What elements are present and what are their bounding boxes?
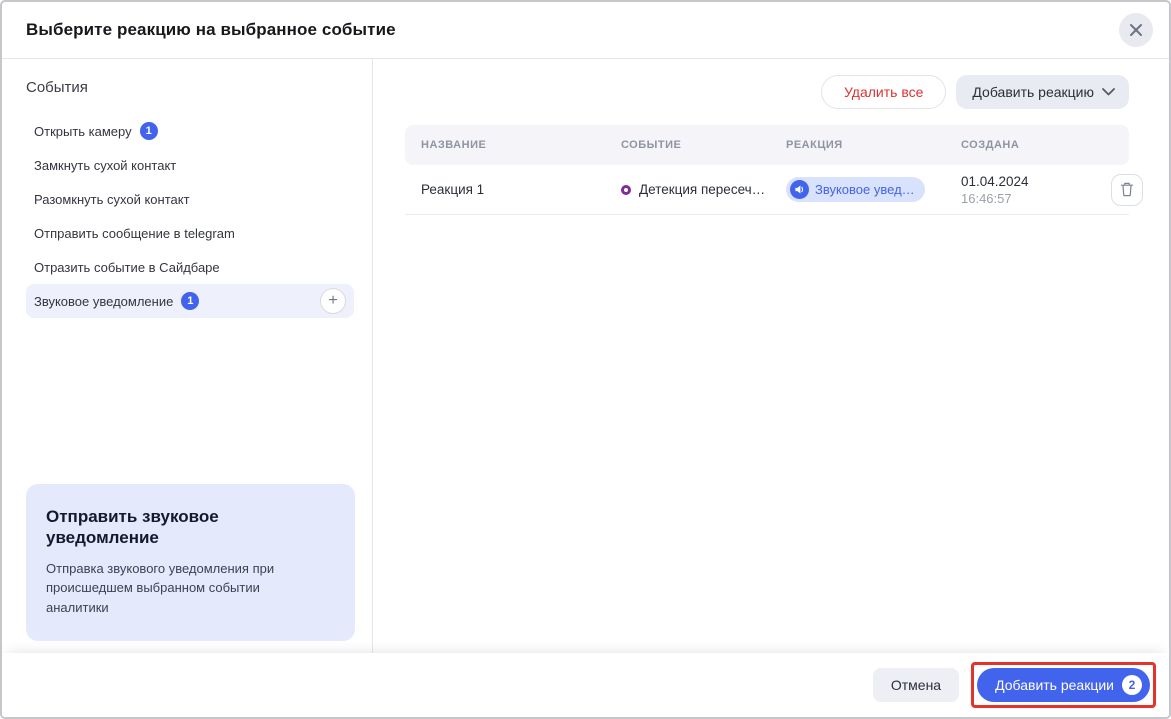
- column-header-event: СОБЫТИЕ: [621, 139, 682, 151]
- add-sound-notification-button[interactable]: +: [320, 288, 346, 314]
- delete-row-button[interactable]: [1111, 173, 1143, 206]
- delete-all-button[interactable]: Удалить все: [821, 75, 947, 109]
- modal-footer: Отмена Добавить реакции 2: [2, 653, 1169, 717]
- reaction-modal: Выберите реакцию на выбранное событие Со…: [0, 0, 1171, 719]
- column-header-reaction: РЕАКЦИЯ: [786, 139, 843, 151]
- event-ring-icon: [621, 184, 631, 195]
- count-badge: 1: [181, 292, 200, 310]
- event-item-label: Открыть камеру: [34, 123, 132, 139]
- reaction-event: Детекция пересеч…: [621, 182, 786, 197]
- close-icon: [1130, 24, 1142, 36]
- plus-icon: +: [328, 292, 338, 309]
- reaction-chip-label: Звуковое увед…: [815, 182, 915, 197]
- add-reaction-dropdown[interactable]: Добавить реакцию: [956, 75, 1129, 109]
- trash-icon: [1120, 182, 1134, 197]
- info-box-title: Отправить звуковое уведомление: [46, 507, 219, 548]
- reactions-table-header: НАЗВАНИЕ СОБЫТИЕ РЕАКЦИЯ СОЗДАНА: [405, 125, 1129, 165]
- cancel-label: Отмена: [890, 677, 942, 693]
- cancel-button[interactable]: Отмена: [872, 668, 960, 702]
- add-reactions-submit-button[interactable]: Добавить реакции 2: [977, 668, 1150, 702]
- info-box-description: Отправка звукового уведомления при проис…: [46, 560, 275, 615]
- event-item-label: Разомкнуть сухой контакт: [34, 191, 190, 207]
- table-row: Реакция 1 Детекция пересеч… Звуковое уве…: [405, 165, 1143, 215]
- created-cell: 01.04.2024 16:46:57: [961, 174, 1111, 206]
- event-item-label: Звуковое уведомление: [34, 293, 174, 309]
- event-list: Открыть камеру 1 Замкнуть сухой контакт …: [26, 114, 354, 318]
- sidebar-item-open-dry-contact[interactable]: Разомкнуть сухой контакт: [26, 182, 354, 216]
- submit-label: Добавить реакции: [995, 677, 1114, 693]
- column-header-created: СОЗДАНА: [961, 139, 1020, 151]
- modal-title: Выберите реакцию на выбранное событие: [26, 20, 396, 39]
- event-info-box: Отправить звуковое уведомление Отправка …: [26, 484, 355, 641]
- event-item-label: Отправить сообщение в telegram: [34, 225, 235, 241]
- sidebar-heading: События: [26, 79, 88, 96]
- event-name: Детекция пересеч…: [639, 182, 766, 197]
- sidebar-item-close-dry-contact[interactable]: Замкнуть сухой контакт: [26, 148, 354, 182]
- row-actions: [1111, 173, 1143, 206]
- event-item-label: Замкнуть сухой контакт: [34, 157, 177, 173]
- reaction-cell: Звуковое увед…: [786, 177, 961, 202]
- speaker-icon: [790, 180, 809, 199]
- created-time: 16:46:57: [961, 190, 1012, 206]
- events-sidebar: События Открыть камеру 1 Замкнуть сухой …: [2, 59, 373, 653]
- delete-all-label: Удалить все: [844, 84, 924, 100]
- sidebar-item-sound-notification[interactable]: Звуковое уведомление 1 +: [26, 284, 354, 318]
- reactions-toolbar: Удалить все Добавить реакцию: [405, 75, 1129, 109]
- created-date: 01.04.2024: [961, 173, 1029, 189]
- modal-body: События Открыть камеру 1 Замкнуть сухой …: [2, 59, 1169, 653]
- modal-header: Выберите реакцию на выбранное событие: [2, 2, 1169, 59]
- sidebar-item-open-camera[interactable]: Открыть камеру 1: [26, 114, 354, 148]
- reaction-name: Реакция 1: [421, 182, 485, 197]
- annotation-highlight-box: Добавить реакции 2: [971, 662, 1156, 708]
- close-button[interactable]: [1119, 13, 1153, 47]
- column-header-name: НАЗВАНИЕ: [421, 139, 487, 151]
- sidebar-item-telegram-message[interactable]: Отправить сообщение в telegram: [26, 216, 354, 250]
- reactions-pane: Удалить все Добавить реакцию НАЗВАНИЕ СО…: [373, 59, 1169, 653]
- event-item-label: Отразить событие в Сайдбаре: [34, 259, 220, 275]
- sidebar-item-sidebar-event[interactable]: Отразить событие в Сайдбаре: [26, 250, 354, 284]
- count-badge: 1: [139, 122, 158, 140]
- add-reaction-label: Добавить реакцию: [972, 84, 1094, 100]
- chevron-down-icon: [1102, 88, 1115, 96]
- reaction-chip[interactable]: Звуковое увед…: [786, 177, 925, 202]
- submit-count-badge: 2: [1122, 675, 1142, 695]
